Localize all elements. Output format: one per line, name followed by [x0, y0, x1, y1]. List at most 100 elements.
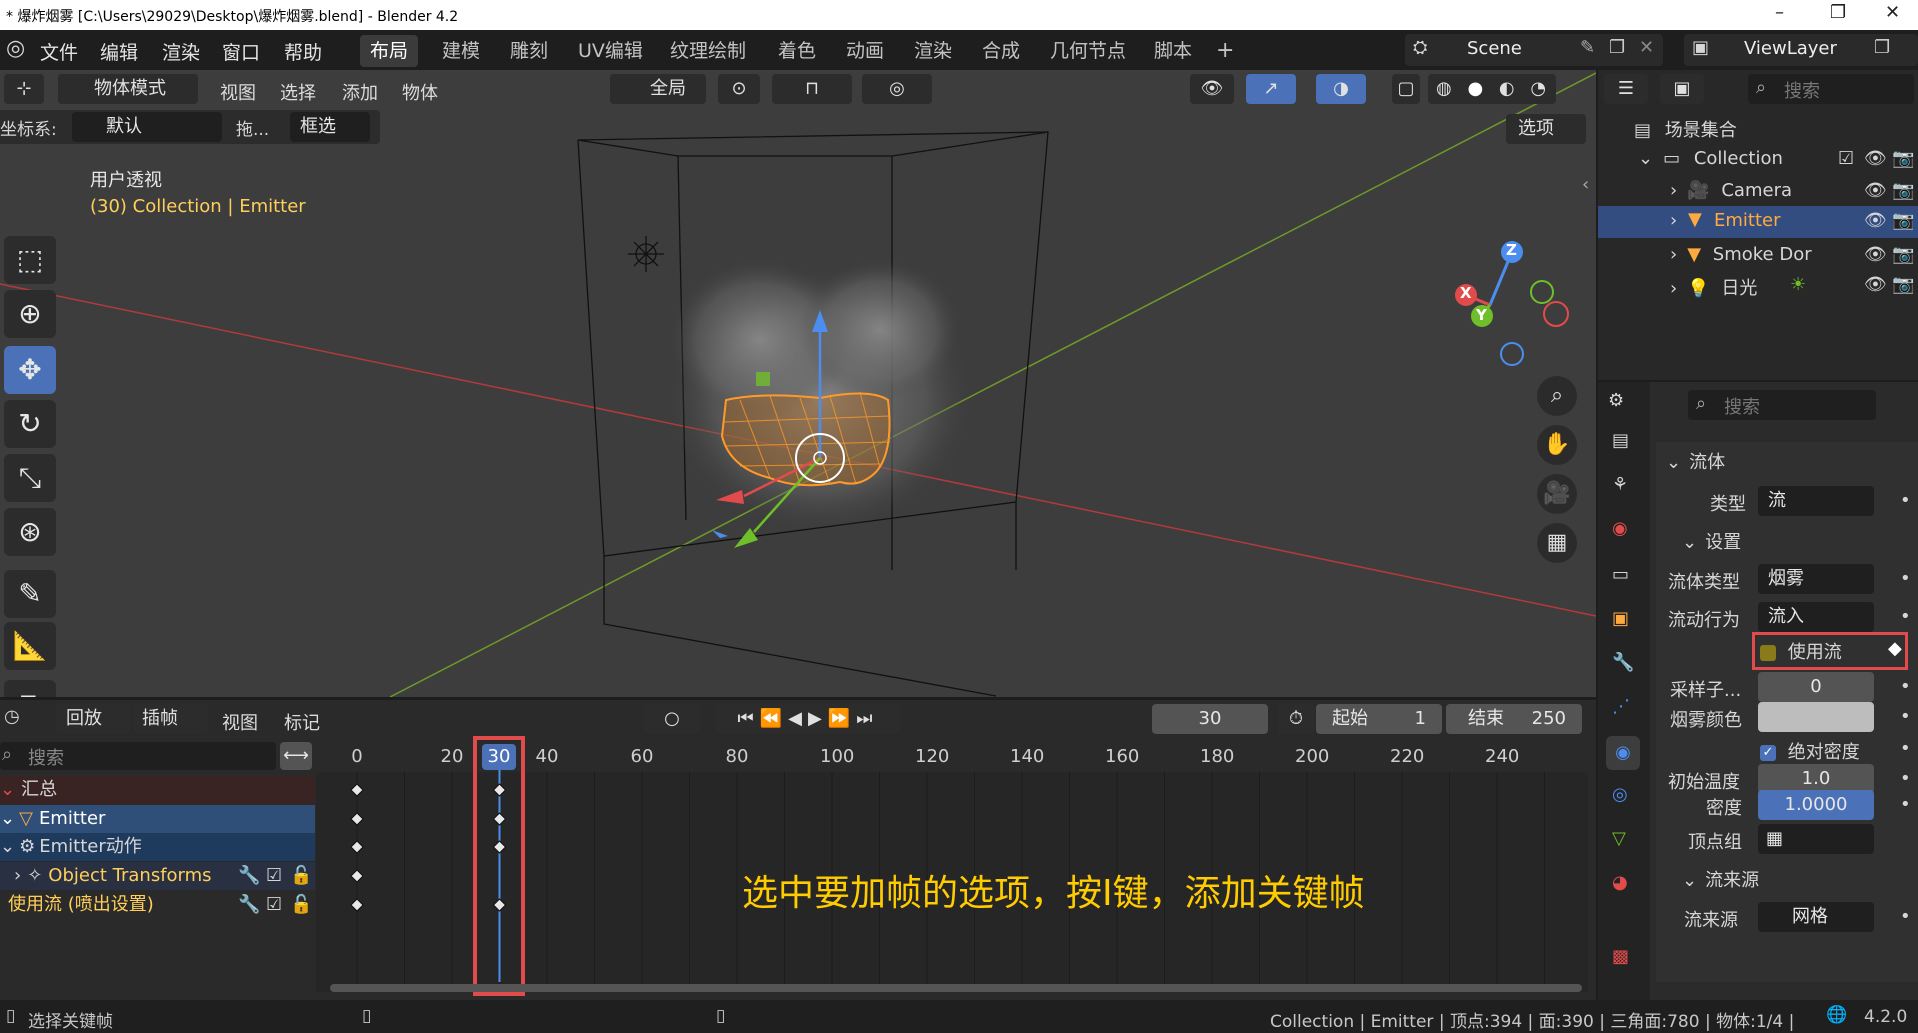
- decorator-dot[interactable]: •: [1900, 738, 1911, 759]
- rendered-shading-icon[interactable]: ◔: [1530, 78, 1546, 99]
- outliner-item-smoke-domain[interactable]: › ▼ Smoke Dor 👁 📷: [1670, 244, 1914, 265]
- decorator-dot[interactable]: •: [1900, 906, 1911, 927]
- transform-icon[interactable]: ⊛: [4, 508, 56, 556]
- menu-help[interactable]: 帮助: [284, 38, 322, 65]
- transform-orientation[interactable]: 全局: [610, 74, 706, 104]
- menu-object[interactable]: 物体: [402, 79, 438, 105]
- zoom-icon[interactable]: ⌕: [1537, 376, 1577, 416]
- sidebar-toggle-icon[interactable]: ‹: [1582, 174, 1589, 195]
- decorator-dot[interactable]: •: [1900, 768, 1911, 789]
- collection-tab-icon[interactable]: ▭: [1612, 564, 1629, 585]
- add-cube-icon[interactable]: ⧉: [4, 680, 56, 697]
- snap-icon[interactable]: ⊓: [772, 74, 852, 104]
- outliner-item-camera[interactable]: › 🎥 Camera 👁 📷: [1670, 180, 1914, 201]
- menu-file[interactable]: 文件: [40, 38, 78, 65]
- tab-sculpting[interactable]: 雕刻: [500, 35, 558, 67]
- decorator-dot[interactable]: •: [1900, 606, 1911, 627]
- 3d-viewport[interactable]: Z X Y ⊹ 物体模式 视图 选择 添加 物体 全局 ⊙ ⊓ ◎ 👁 ↗ ◑ …: [0, 70, 1596, 697]
- flow-source-section-header[interactable]: ⌄ 流来源: [1682, 866, 1759, 892]
- eye-icon[interactable]: 👁: [1864, 274, 1887, 295]
- keyframe-diamond-icon[interactable]: ◆: [1888, 638, 1902, 659]
- proportional-edit-icon[interactable]: ◎: [862, 74, 932, 104]
- editor-type-icon[interactable]: ⊹: [4, 74, 44, 104]
- object-tab-icon[interactable]: ▣: [1612, 608, 1629, 629]
- outliner-editor-icon[interactable]: ☰: [1604, 74, 1648, 104]
- mode-selector[interactable]: 物体模式: [58, 74, 198, 104]
- eye-icon[interactable]: 👁: [1864, 244, 1887, 265]
- render-camera-icon[interactable]: 📷: [1892, 148, 1914, 169]
- outliner-item-emitter[interactable]: › ▼ Emitter 👁 📷: [1598, 206, 1918, 238]
- visibility-icon[interactable]: 👁: [1190, 74, 1234, 104]
- menu-render[interactable]: 渲染: [162, 38, 200, 65]
- options-button[interactable]: 选项: [1506, 114, 1586, 144]
- render-camera-icon[interactable]: 📷: [1892, 274, 1914, 295]
- decorator-dot[interactable]: •: [1900, 490, 1911, 511]
- material-shading-icon[interactable]: ◐: [1499, 78, 1515, 99]
- tab-rendering[interactable]: 渲染: [904, 35, 962, 67]
- decorator-dot[interactable]: •: [1900, 676, 1911, 697]
- drag-select[interactable]: 框选: [290, 112, 370, 142]
- solid-shading-icon[interactable]: ●: [1467, 78, 1483, 99]
- annotate-icon[interactable]: ✎: [4, 570, 56, 618]
- absolute-density-checkbox[interactable]: ✓ 绝对密度: [1760, 738, 1860, 764]
- properties-search-input[interactable]: 搜索: [1724, 393, 1760, 419]
- outliner-search[interactable]: ⌕ 搜索: [1748, 74, 1914, 104]
- gizmo-toggle-icon[interactable]: ↗: [1246, 74, 1296, 104]
- particles-tab-icon[interactable]: ⋰: [1612, 696, 1630, 717]
- decorator-dot[interactable]: •: [1900, 794, 1911, 815]
- menu-edit[interactable]: 编辑: [100, 38, 138, 65]
- gizmo-y-label[interactable]: Y: [1476, 306, 1487, 324]
- render-tab-icon[interactable]: ▤: [1612, 430, 1629, 451]
- scene-collection-row[interactable]: ▤ 场景集合: [1634, 116, 1737, 142]
- new-scene-icon[interactable]: ❐: [1609, 37, 1625, 58]
- tab-animation[interactable]: 动画: [836, 35, 894, 67]
- subframes-field[interactable]: 0: [1758, 672, 1874, 702]
- scene-selector[interactable]: ⛭ Scene ✎ ❐ ✕: [1405, 34, 1663, 66]
- shading-modes[interactable]: ◍ ● ◐ ◔: [1428, 74, 1556, 104]
- tab-modeling[interactable]: 建模: [432, 35, 490, 67]
- tab-texture-paint[interactable]: 纹理绘制: [660, 35, 756, 67]
- settings-section-header[interactable]: ⌄ 设置: [1682, 528, 1741, 554]
- pivot-icon[interactable]: ⊙: [718, 74, 760, 104]
- outliner-item-collection[interactable]: ⌄ ▭ Collection ☑ 👁 📷: [1638, 148, 1914, 169]
- pan-hand-icon[interactable]: ✋: [1537, 425, 1577, 465]
- render-camera-icon[interactable]: 📷: [1892, 244, 1914, 265]
- world-tab-icon[interactable]: ◉: [1612, 518, 1628, 539]
- close-button[interactable]: ✕: [1885, 2, 1900, 23]
- outliner-search-input[interactable]: 搜索: [1784, 77, 1820, 103]
- gizmo-x-label[interactable]: X: [1460, 284, 1472, 302]
- render-camera-icon[interactable]: 📷: [1892, 210, 1914, 231]
- eye-icon[interactable]: 👁: [1864, 148, 1887, 169]
- density-field[interactable]: 1.0000: [1758, 790, 1874, 820]
- sun-data-icon[interactable]: ☀: [1790, 274, 1806, 295]
- modifier-tab-icon[interactable]: 🔧: [1612, 652, 1634, 673]
- menu-add[interactable]: 添加: [342, 79, 378, 105]
- rotate-icon[interactable]: ↻: [4, 400, 56, 448]
- wireframe-shading-icon[interactable]: ◍: [1436, 78, 1452, 99]
- data-tab-icon[interactable]: ▽: [1612, 828, 1626, 849]
- menu-view[interactable]: 视图: [220, 79, 256, 105]
- display-mode-icon[interactable]: ▣: [1660, 74, 1704, 104]
- menu-window[interactable]: 窗口: [222, 38, 260, 65]
- texture-tab-icon[interactable]: ▩: [1612, 946, 1629, 967]
- blender-logo-icon[interactable]: ◎: [6, 36, 25, 61]
- eye-icon[interactable]: 👁: [1864, 210, 1887, 231]
- use-flow-checkbox[interactable]: 使用流: [1760, 638, 1842, 664]
- vertex-group-field[interactable]: ▦: [1758, 824, 1874, 854]
- new-view-layer-icon[interactable]: ❐: [1874, 37, 1890, 58]
- tab-layout[interactable]: 布局: [360, 35, 419, 67]
- overlay-toggle-icon[interactable]: ◑: [1316, 74, 1366, 104]
- cursor-icon[interactable]: ⊕: [4, 290, 56, 338]
- gizmo-z-label[interactable]: Z: [1506, 241, 1517, 259]
- include-checkbox-icon[interactable]: ☑: [1838, 148, 1854, 169]
- pin-icon[interactable]: ✎: [1580, 37, 1595, 58]
- tab-scripting[interactable]: 脚本: [1144, 35, 1202, 67]
- xray-icon[interactable]: ▢: [1392, 74, 1420, 104]
- add-workspace-button[interactable]: +: [1206, 35, 1244, 67]
- outliner-item-sun[interactable]: › 💡 日光 ☀ 👁 📷: [1670, 274, 1914, 300]
- restore-button[interactable]: ❐: [1830, 2, 1846, 23]
- material-tab-icon[interactable]: ◕: [1612, 872, 1628, 893]
- render-camera-icon[interactable]: 📷: [1892, 180, 1914, 201]
- scale-icon[interactable]: ⤡: [4, 454, 56, 502]
- tab-geometry-nodes[interactable]: 几何节点: [1040, 35, 1136, 67]
